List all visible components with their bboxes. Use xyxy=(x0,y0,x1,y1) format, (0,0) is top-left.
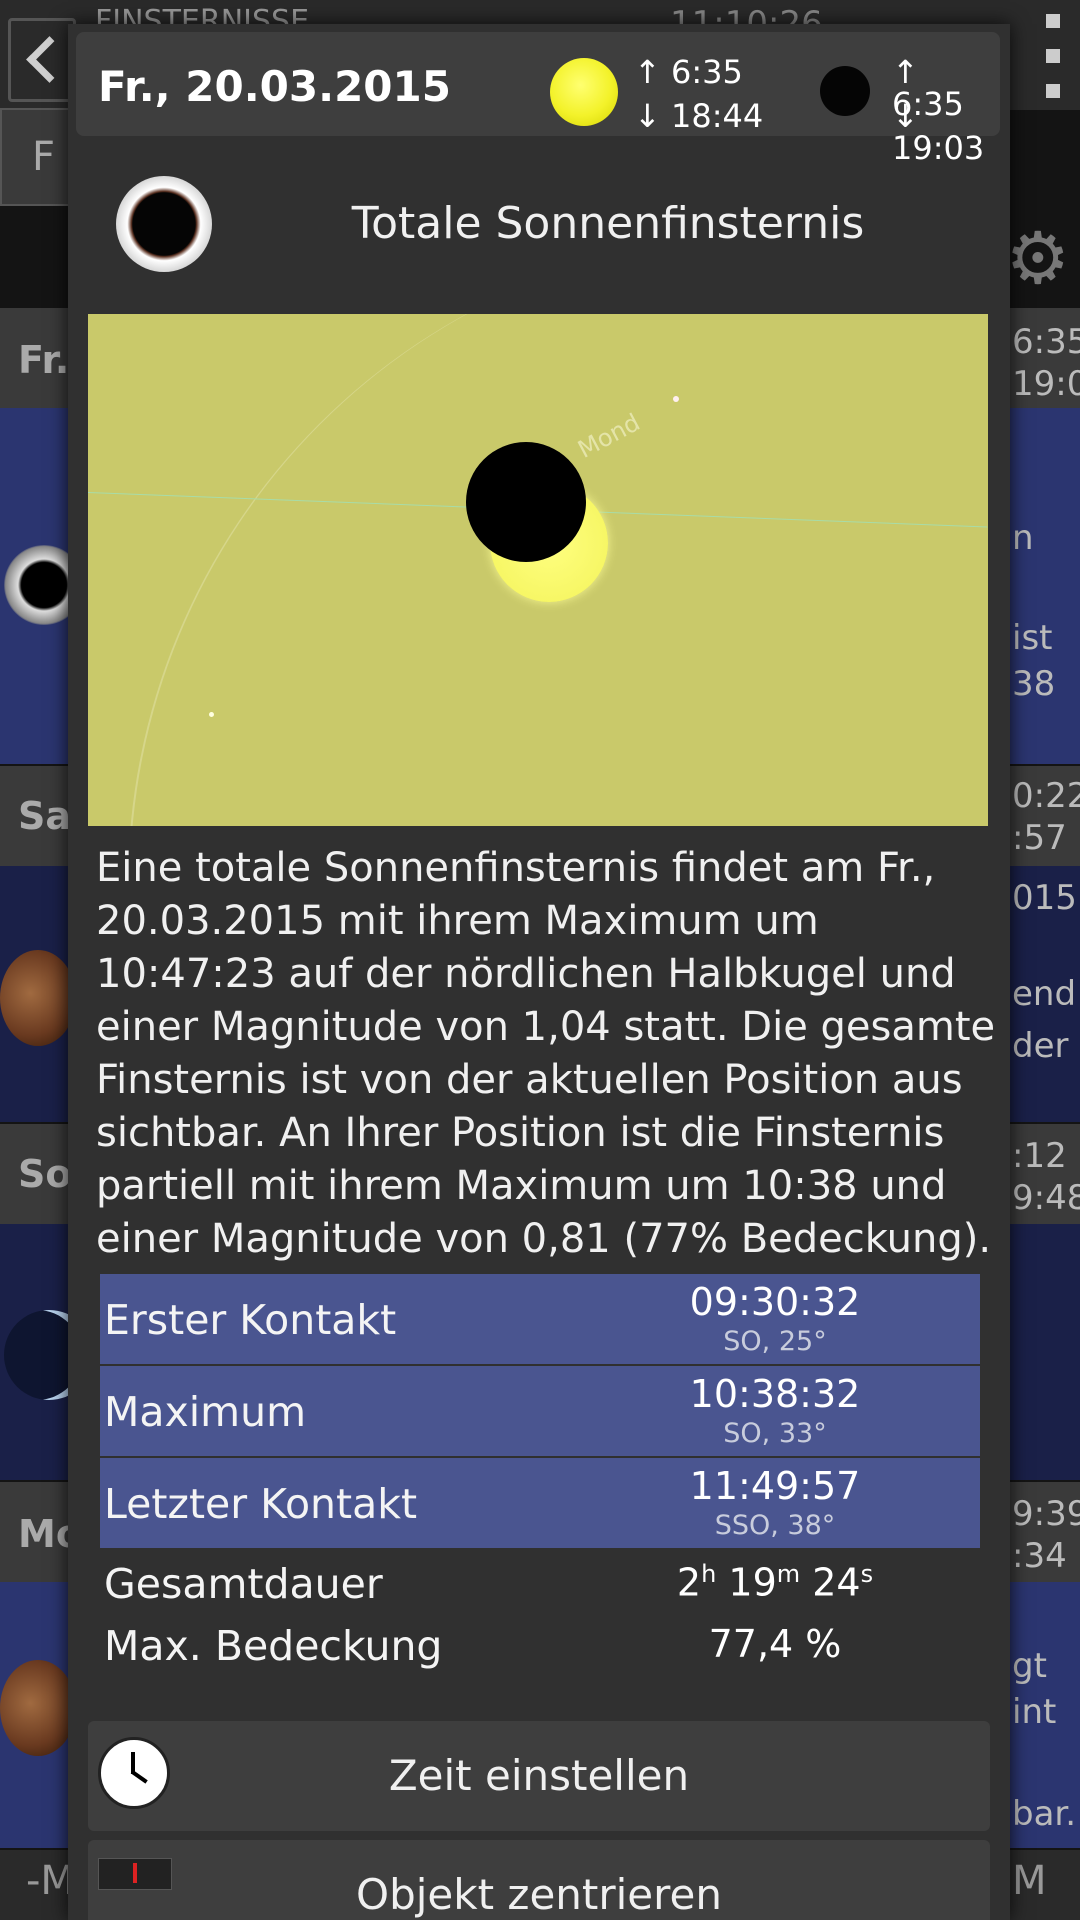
background-card-text: 38 xyxy=(1012,664,1056,704)
moon-icon xyxy=(820,66,870,116)
contact-table: Erster Kontakt 09:30:32 SO, 25° Maximum … xyxy=(100,1274,980,1678)
background-time: 0:22 xyxy=(1012,776,1080,816)
background-card-text: bar. xyxy=(1012,1794,1077,1834)
settings-gear-icon[interactable]: ⚙ xyxy=(1005,222,1070,294)
background-time: :12 xyxy=(1012,1136,1067,1176)
contact-position: SO, 33° xyxy=(723,1418,827,1449)
background-card-text: der xyxy=(1012,1026,1069,1066)
background-row-label: Sa xyxy=(18,794,72,838)
background-time: 6:35 xyxy=(1012,322,1080,362)
date-label: Fr., 20.03.2015 xyxy=(98,62,451,111)
duration-row: Gesamtdauer 2h 19m 24s xyxy=(100,1554,980,1616)
total-eclipse-icon xyxy=(116,176,212,272)
set-time-label: Zeit einstellen xyxy=(388,1751,690,1800)
background-time: 9:48 xyxy=(1012,1178,1080,1218)
contact-label: Maximum xyxy=(104,1388,307,1436)
table-row: Letzter Kontakt 11:49:57 SSO, 38° xyxy=(100,1458,980,1550)
star xyxy=(673,396,679,402)
background-card-text: int xyxy=(1012,1692,1057,1732)
coverage-row: Max. Bedeckung 77,4 % xyxy=(100,1616,980,1678)
table-row: Maximum 10:38:32 SO, 33° xyxy=(100,1366,980,1458)
duration-value: 2h 19m 24s xyxy=(676,1560,874,1605)
background-card-text: gt xyxy=(1012,1646,1047,1686)
contact-position: SSO, 38° xyxy=(714,1510,836,1541)
moonset-time: ↓ 19:03 xyxy=(892,97,985,167)
moon-disk xyxy=(466,442,586,562)
sky-view[interactable]: Mond xyxy=(88,314,988,826)
center-object-label: Objekt zentrieren xyxy=(356,1870,722,1919)
contact-time: 10:38:32 xyxy=(689,1372,861,1416)
contact-time: 11:49:57 xyxy=(689,1464,861,1508)
background-card-text: end xyxy=(1012,974,1077,1014)
background-time: :34 xyxy=(1012,1536,1067,1576)
background-row-label: So xyxy=(18,1152,72,1196)
dialog-header: Fr., 20.03.2015 ↑ 6:35 ↓ 18:44 ↑ 6:35 ↓ … xyxy=(76,32,1000,164)
background-card-text: n xyxy=(1012,518,1034,558)
duration-label: Gesamtdauer xyxy=(104,1560,383,1608)
coverage-label: Max. Bedeckung xyxy=(104,1622,443,1670)
coverage-value: 77,4 % xyxy=(708,1622,842,1666)
center-object-button[interactable]: Objekt zentrieren xyxy=(88,1840,990,1920)
event-title: Totale Sonnenfinsternis xyxy=(351,198,865,249)
contact-time: 09:30:32 xyxy=(689,1280,861,1324)
bottom-next-button[interactable]: M xyxy=(1012,1858,1047,1904)
eclipse-detail-dialog: Fr., 20.03.2015 ↑ 6:35 ↓ 18:44 ↑ 6:35 ↓ … xyxy=(68,24,1010,1920)
background-card-text: 015 xyxy=(1012,878,1077,918)
star xyxy=(209,712,214,717)
background-moon-icon xyxy=(0,950,76,1046)
contact-label: Erster Kontakt xyxy=(104,1296,397,1344)
table-row: Erster Kontakt 09:30:32 SO, 25° xyxy=(100,1274,980,1366)
sunrise-time: ↑ 6:35 xyxy=(634,53,743,91)
sunset-time: ↓ 18:44 xyxy=(634,97,764,135)
back-button[interactable] xyxy=(8,18,76,102)
background-card-text: ist xyxy=(1012,618,1053,658)
background-moon-icon xyxy=(0,1660,76,1756)
eclipse-description: Eine totale Sonnenfinsternis findet am F… xyxy=(96,845,996,1262)
background-time: 19:03 xyxy=(1012,364,1080,404)
sun-icon xyxy=(550,58,618,126)
background-time: :57 xyxy=(1012,818,1067,858)
background-row-label: Fr. xyxy=(18,338,70,382)
background-time: 9:39 xyxy=(1012,1494,1080,1534)
overflow-menu-icon[interactable] xyxy=(1036,14,1072,98)
contact-position: SO, 25° xyxy=(723,1326,827,1357)
contact-label: Letzter Kontakt xyxy=(104,1480,418,1528)
set-time-button[interactable]: Zeit einstellen xyxy=(88,1721,990,1831)
